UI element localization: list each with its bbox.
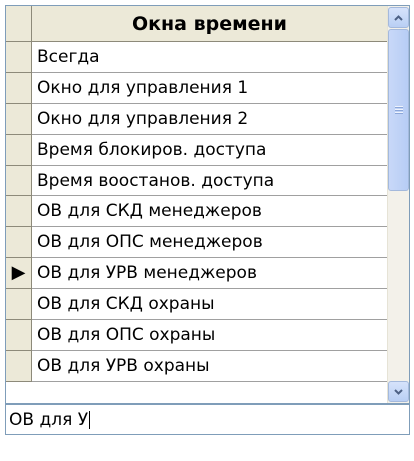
thumb-grip bbox=[395, 110, 403, 111]
search-input[interactable]: ОВ для У bbox=[5, 404, 410, 435]
row-indicator[interactable] bbox=[6, 72, 32, 104]
row-indicator[interactable] bbox=[6, 165, 32, 197]
text-caret bbox=[89, 410, 91, 429]
thumb-grip bbox=[395, 107, 403, 108]
thumb-grip bbox=[395, 113, 403, 114]
column-header-time-windows[interactable]: Окна времени bbox=[32, 6, 388, 42]
table-cell[interactable]: Время блокиров. доступа bbox=[32, 134, 388, 166]
grid-header-row: Окна времени bbox=[6, 6, 388, 42]
scroll-thumb[interactable] bbox=[388, 29, 409, 191]
table-row[interactable]: Всегда bbox=[6, 42, 388, 73]
table-cell[interactable]: Окно для управления 1 bbox=[32, 72, 388, 104]
row-indicator[interactable] bbox=[6, 350, 32, 382]
table-row-current[interactable]: ▶ ОВ для УРВ менеджеров bbox=[6, 258, 388, 290]
chevron-down-icon bbox=[394, 388, 403, 395]
row-indicator[interactable] bbox=[6, 227, 32, 259]
chevron-up-icon bbox=[394, 14, 403, 21]
grid-rows: Всегда Окно для управления 1 Окно для уп… bbox=[6, 42, 388, 382]
table-cell[interactable]: Всегда bbox=[32, 42, 388, 73]
row-indicator[interactable] bbox=[6, 103, 32, 135]
scroll-up-button[interactable] bbox=[388, 7, 409, 28]
row-indicator[interactable] bbox=[6, 42, 32, 73]
row-indicator[interactable] bbox=[6, 320, 32, 351]
table-row[interactable]: ОВ для СКД охраны bbox=[6, 289, 388, 321]
search-input-value: ОВ для У bbox=[9, 409, 89, 430]
row-indicator[interactable] bbox=[6, 289, 32, 321]
table-cell[interactable]: ОВ для СКД менеджеров bbox=[32, 196, 388, 228]
current-row-arrow-icon[interactable]: ▶ bbox=[6, 258, 32, 290]
scroll-down-button[interactable] bbox=[388, 381, 409, 402]
table-row[interactable]: ОВ для УРВ охраны bbox=[6, 350, 388, 382]
table-row[interactable]: ОВ для ОПС менеджеров bbox=[6, 227, 388, 259]
table-row[interactable]: ОВ для СКД менеджеров bbox=[6, 196, 388, 228]
table-cell[interactable]: Окно для управления 2 bbox=[32, 103, 388, 135]
time-windows-grid[interactable]: Окна времени Всегда Окно для управления … bbox=[5, 5, 410, 404]
table-row[interactable]: ОВ для ОПС охраны bbox=[6, 320, 388, 351]
row-indicator[interactable] bbox=[6, 134, 32, 166]
row-indicator-header bbox=[6, 6, 32, 42]
table-cell[interactable]: ОВ для ОПС менеджеров bbox=[32, 227, 388, 259]
table-row[interactable]: Окно для управления 1 bbox=[6, 72, 388, 104]
table-cell[interactable]: ОВ для УРВ менеджеров bbox=[32, 258, 388, 290]
table-cell[interactable]: ОВ для УРВ охраны bbox=[32, 350, 388, 382]
row-indicator[interactable] bbox=[6, 196, 32, 228]
table-row[interactable]: Время воостанов. доступа bbox=[6, 165, 388, 197]
table-cell[interactable]: ОВ для СКД охраны bbox=[32, 289, 388, 321]
table-cell[interactable]: Время воостанов. доступа bbox=[32, 165, 388, 197]
table-cell[interactable]: ОВ для ОПС охраны bbox=[32, 320, 388, 351]
table-row[interactable]: Окно для управления 2 bbox=[6, 103, 388, 135]
vertical-scrollbar[interactable] bbox=[387, 6, 409, 403]
table-row[interactable]: Время блокиров. доступа bbox=[6, 134, 388, 166]
